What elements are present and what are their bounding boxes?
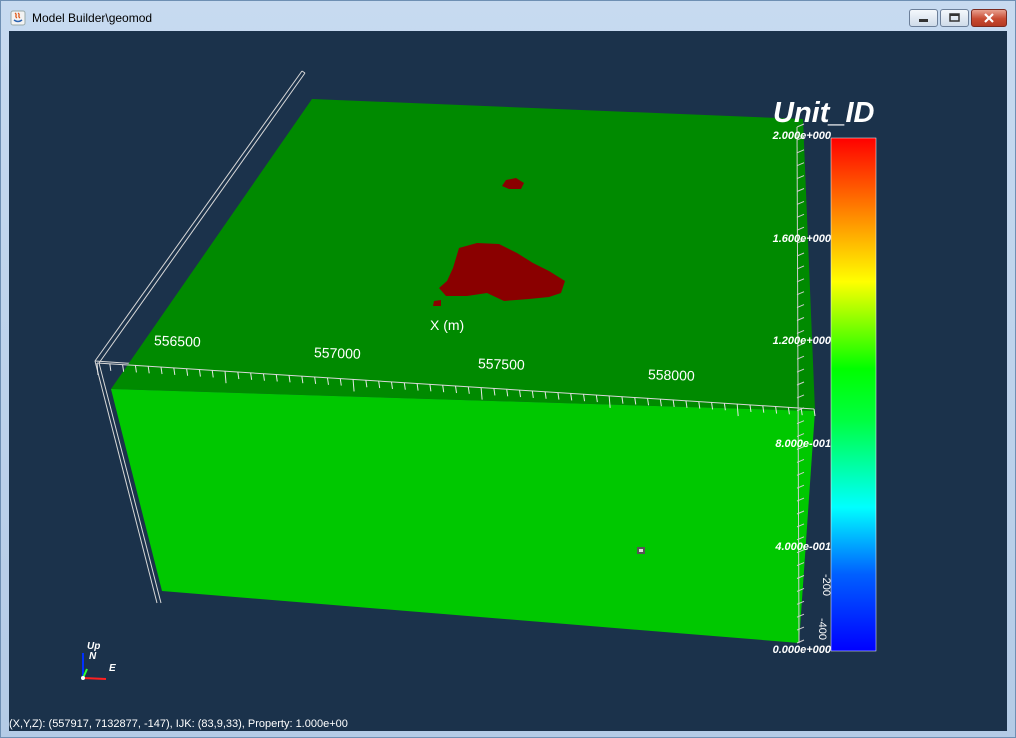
model-scene[interactable]: [9, 31, 1007, 731]
colorbar-label: 4.000e-001: [775, 541, 831, 553]
z-tick-label: -200: [820, 573, 833, 597]
x-axis-tick: [122, 364, 125, 372]
x-axis-title: X (m): [430, 317, 465, 333]
minimize-icon: [919, 19, 928, 22]
window-title: Model Builder\geomod: [32, 11, 153, 25]
model-front-face[interactable]: [111, 389, 815, 643]
close-icon: [984, 13, 994, 23]
x-axis-tick: [109, 363, 112, 371]
colorbar: [830, 137, 877, 652]
x-tick-label: 556500: [153, 332, 201, 350]
x-tick-label: 557500: [477, 355, 525, 373]
colorbar-label: 2.000e+000: [772, 130, 831, 142]
minimize-button[interactable]: [909, 9, 938, 27]
maximize-button[interactable]: [940, 9, 969, 27]
colorbar-label: 1.200e+000: [772, 335, 831, 347]
colorbar-title: Unit_ID: [773, 97, 875, 129]
application-window: Model Builder\geomod Unit_ID 2.000e+000 …: [0, 0, 1016, 738]
x-axis-tick: [96, 362, 99, 376]
z-tick-label: -400: [816, 617, 829, 641]
colorbar-label: 1.600e+000: [772, 233, 831, 245]
maximize-icon: [949, 13, 960, 22]
x-tick-label: 557000: [313, 344, 361, 362]
colorbar-label: 0.000e+000: [772, 644, 831, 656]
close-button[interactable]: [971, 9, 1007, 27]
window-controls: [909, 9, 1007, 29]
triad-north-label: N: [89, 651, 97, 662]
3d-viewport[interactable]: Unit_ID 2.000e+000 1.600e+000 1.200e+000…: [9, 31, 1007, 731]
colorbar-label: 8.000e-001: [775, 438, 831, 450]
status-readout: (X,Y,Z): (557917, 7132877, -147), IJK: (…: [9, 718, 348, 730]
triad-east-label: E: [109, 663, 116, 674]
java-app-icon: [10, 10, 26, 26]
x-tick-label: 558000: [647, 366, 695, 384]
title-bar[interactable]: Model Builder\geomod: [1, 1, 1015, 31]
